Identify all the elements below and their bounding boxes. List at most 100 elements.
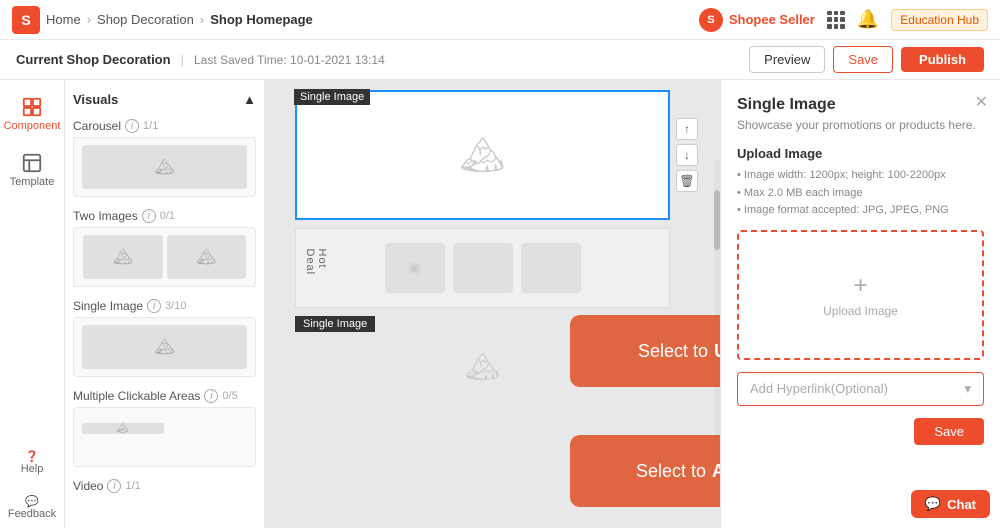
two-images-info-icon[interactable]: i — [142, 209, 156, 223]
video-info-icon[interactable]: i — [107, 479, 121, 493]
hot-deal-block: Hot Deal ▣ — [295, 228, 670, 308]
publish-button[interactable]: Publish — [901, 47, 984, 72]
shopee-logo: S — [12, 6, 40, 34]
seller-name: Shopee Seller — [729, 12, 815, 27]
delete-btn[interactable]: 🗑 — [676, 170, 698, 192]
two-images-count: 0/1 — [160, 210, 175, 222]
single-image-preview[interactable]: 🏔 — [73, 317, 256, 377]
move-down-btn[interactable]: ↓ — [676, 144, 698, 166]
save-button[interactable]: Save — [833, 46, 893, 73]
multiple-clickable-preview[interactable]: 🏔 — [73, 407, 256, 467]
chat-container: 💬 Chat — [911, 490, 990, 518]
close-icon[interactable]: ✕ — [975, 92, 988, 112]
hint3: • Image format accepted: JPG, JPEG, PNG — [737, 202, 984, 220]
feedback-item[interactable]: 💬 Feedback — [4, 487, 60, 528]
chat-label: Chat — [947, 497, 976, 512]
panel-header: Visuals ▲ — [73, 88, 256, 111]
shop-homepage-link: Shop Homepage — [210, 12, 313, 27]
shop-decoration-link[interactable]: Shop Decoration — [97, 12, 194, 27]
multiple-clickable-title: Multiple Clickable Areas i 0/5 — [73, 389, 256, 403]
chat-button[interactable]: 💬 Chat — [911, 490, 990, 518]
single-image-canvas-area: 🏔 — [295, 90, 670, 220]
right-panel: ✕ Single Image Showcase your promotions … — [720, 80, 1000, 528]
help-label: Help — [21, 463, 44, 475]
carousel-placeholder: 🏔 — [82, 145, 247, 189]
mountain-icon: 🏔 — [154, 157, 174, 177]
grid-icon[interactable] — [827, 11, 845, 29]
hyperlink-bold: Add Hyperlink — [712, 461, 720, 482]
sidebar-item-component[interactable]: Component — [4, 88, 60, 140]
action-bar-left: Current Shop Decoration | Last Saved Tim… — [16, 52, 385, 67]
chevron-down-icon: ▾ — [964, 381, 971, 397]
upload-hints: • Image width: 1200px; height: 100-2200p… — [737, 167, 984, 220]
upload-plus-icon: + — [853, 272, 867, 300]
hint1: • Image width: 1200px; height: 100-2200p… — [737, 167, 984, 185]
hint2: • Max 2.0 MB each image — [737, 185, 984, 203]
single-image-title: Single Image i 3/10 — [73, 299, 256, 313]
breadcrumb: S Home › Shop Decoration › Shop Homepage — [12, 6, 313, 34]
upload-prefix: Select to — [638, 341, 708, 362]
home-link[interactable]: Home — [46, 12, 81, 27]
section-video: Video i 1/1 — [73, 479, 256, 493]
sidebar-item-template[interactable]: Template — [4, 144, 60, 196]
single-image-info-icon[interactable]: i — [147, 299, 161, 313]
template-label: Template — [10, 176, 55, 188]
hyperlink-prefix: Select to — [636, 461, 706, 482]
main-layout: Component Template ❓ Help 💬 Feedback Vis… — [0, 80, 1000, 528]
hot-deal-label: Hot Deal — [304, 249, 328, 288]
canvas-controls: ↑ ↓ 🗑 — [676, 118, 698, 192]
video-count: 1/1 — [125, 480, 140, 492]
collapse-icon[interactable]: ▲ — [243, 92, 256, 107]
section-single-image: Single Image i 3/10 🏔 — [73, 299, 256, 377]
notification-icon[interactable]: 🔔 — [857, 9, 879, 30]
single-image-placeholder: 🏔 — [82, 325, 247, 369]
move-up-btn[interactable]: ↑ — [676, 118, 698, 140]
multiple-info-icon[interactable]: i — [204, 389, 218, 403]
sidebar: Component Template ❓ Help 💬 Feedback — [0, 80, 65, 528]
single-image-label-top: Single Image — [294, 89, 370, 105]
panel-title: Visuals — [73, 92, 118, 107]
preview-button[interactable]: Preview — [749, 46, 825, 73]
carousel-preview[interactable]: 🏔 — [73, 137, 256, 197]
top-nav: S Home › Shop Decoration › Shop Homepage… — [0, 0, 1000, 40]
action-bar: Current Shop Decoration | Last Saved Tim… — [0, 40, 1000, 80]
canvas-mountain-icon: 🏔 — [460, 134, 506, 176]
two-images-right: 🏔 — [167, 235, 246, 279]
last-saved-time: Last Saved Time: 10-01-2021 13:14 — [194, 53, 385, 67]
seller-badge: S Shopee Seller — [699, 8, 815, 32]
hyperlink-placeholder: Add Hyperlink(Optional) — [750, 381, 888, 396]
panel-save-button[interactable]: Save — [914, 418, 984, 445]
video-title: Video i 1/1 — [73, 479, 256, 493]
two-images-preview[interactable]: 🏔 🏔 — [73, 227, 256, 287]
current-decoration-label: Current Shop Decoration — [16, 52, 171, 67]
two-images-title: Two Images i 0/1 — [73, 209, 256, 223]
hyperlink-select[interactable]: Add Hyperlink(Optional) ▾ — [737, 372, 984, 406]
single-image-block-top[interactable]: Single Image 🏔 ↑ ↓ 🗑 — [295, 90, 670, 220]
section-two-images: Two Images i 0/1 🏔 🏔 — [73, 209, 256, 287]
section-carousel: Carousel i 1/1 🏔 — [73, 119, 256, 197]
canvas-mountain-icon3: 🏔 — [465, 350, 501, 383]
education-hub-button[interactable]: Education Hub — [891, 9, 988, 31]
seller-logo: S — [699, 8, 723, 32]
carousel-title: Carousel i 1/1 — [73, 119, 256, 133]
action-bar-right: Preview Save Publish — [749, 46, 984, 73]
upload-area[interactable]: + Upload Image — [737, 230, 984, 360]
single-image-label-bottom: Single Image — [295, 316, 375, 332]
canvas: Single Image 🏔 ↑ ↓ 🗑 Hot Deal ▣ Single I… — [265, 80, 720, 528]
panel-title: Single Image — [737, 96, 984, 114]
overlay-upload-btn[interactable]: Select to Upload Image — [570, 315, 720, 387]
hot-deal-img1: ▣ — [385, 243, 445, 293]
carousel-info-icon[interactable]: i — [125, 119, 139, 133]
top-nav-right: S Shopee Seller 🔔 Education Hub — [699, 8, 988, 32]
component-label: Component — [4, 120, 61, 132]
hot-deal-img2 — [453, 243, 513, 293]
overlay-hyperlink-btn[interactable]: Select to Add Hyperlink — [570, 435, 720, 507]
help-item[interactable]: ❓ Help — [17, 442, 48, 483]
panel-save-area: Save — [737, 418, 984, 445]
upload-bold: Upload Image — [714, 341, 720, 362]
mountain-icon3: 🏔 — [196, 247, 216, 267]
mountain-icon4: 🏔 — [154, 337, 174, 357]
feedback-label: Feedback — [8, 508, 56, 520]
two-images-left: 🏔 — [83, 235, 162, 279]
multiple-count: 0/5 — [222, 390, 237, 402]
